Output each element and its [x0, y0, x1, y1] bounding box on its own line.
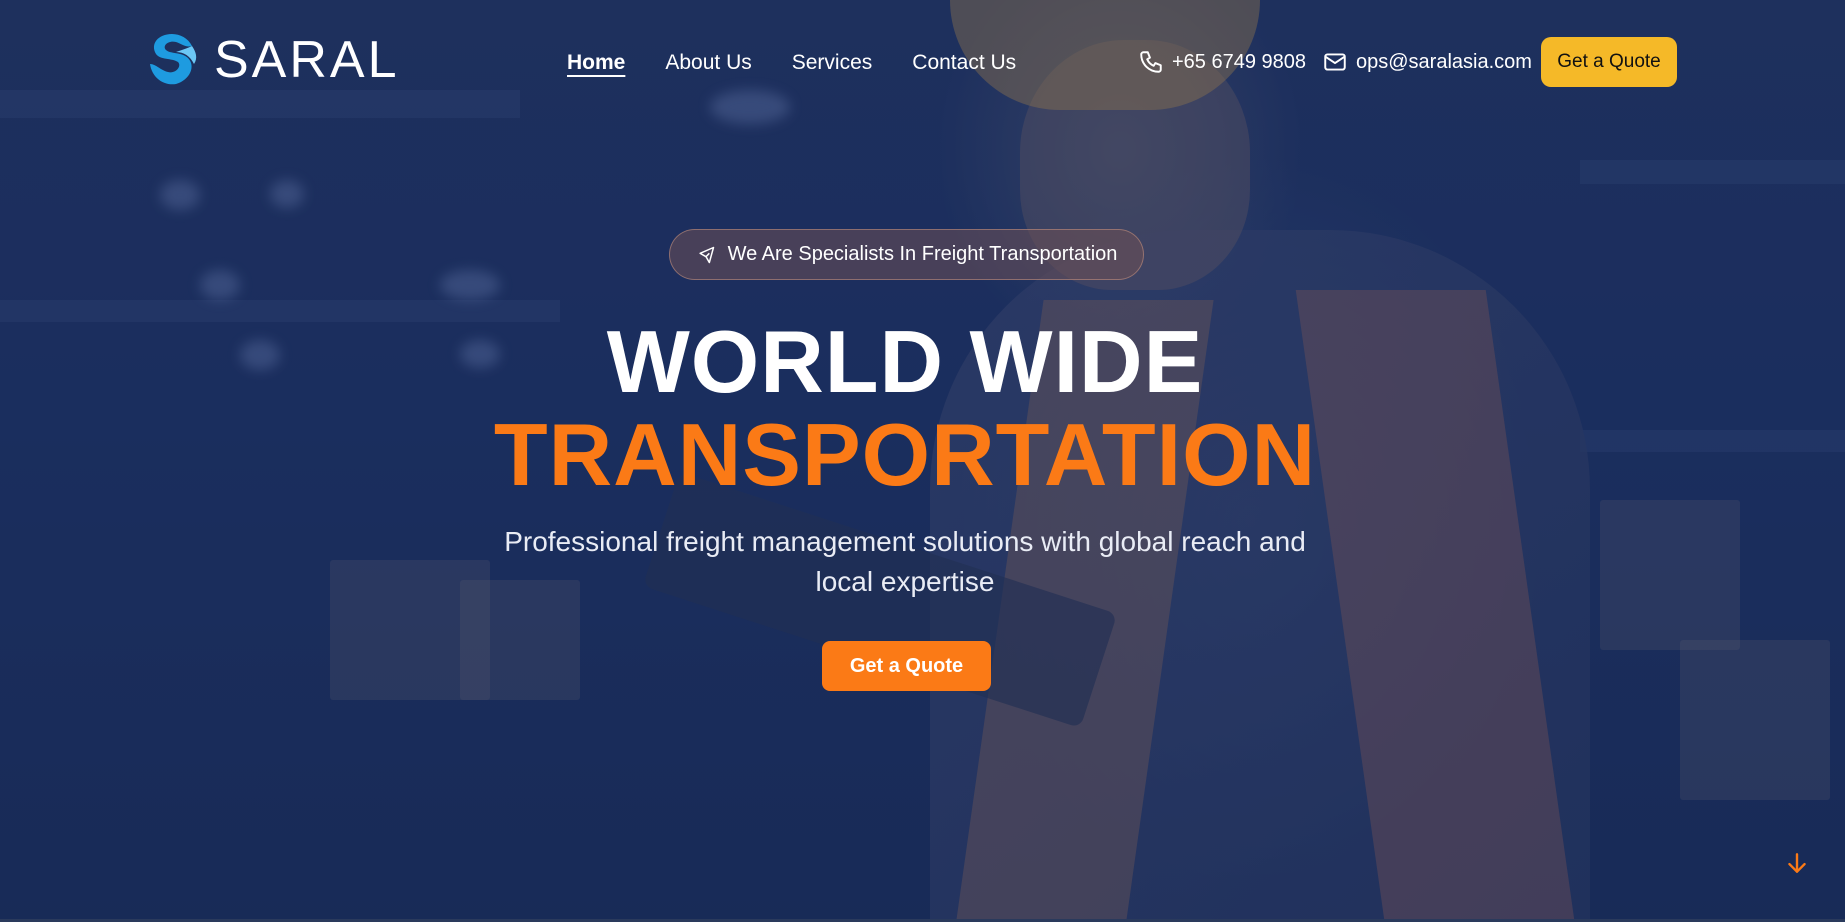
- hero-subtitle: Professional freight management solution…: [504, 526, 1306, 597]
- nav-about-us[interactable]: About Us: [665, 50, 751, 76]
- badge-text: We Are Specialists In Freight Transporta…: [727, 243, 1118, 265]
- logo-text: SARAL: [214, 31, 400, 89]
- phone-contact[interactable]: +65 6749 9808: [1138, 48, 1306, 76]
- header-get-quote-button[interactable]: Get a Quote: [1541, 37, 1677, 87]
- phone-number: +65 6749 9808: [1172, 51, 1307, 73]
- nav-contact-us[interactable]: Contact Us: [912, 50, 1016, 76]
- specialist-badge: We Are Specialists In Freight Transporta…: [669, 229, 1144, 280]
- email-contact[interactable]: ops@saralasia.com: [1322, 48, 1532, 76]
- headline-line-2: TRANSPORTATION: [493, 405, 1317, 504]
- hero-get-quote-button[interactable]: Get a Quote: [822, 641, 991, 691]
- main-nav: Home About Us Services Contact Us: [567, 50, 1016, 76]
- plane-icon: [698, 246, 714, 263]
- mail-icon: [1324, 53, 1346, 71]
- headline-line-1: WORLD WIDE: [606, 312, 1204, 411]
- email-address: ops@saralasia.com: [1356, 51, 1532, 73]
- saral-logo-icon: [150, 34, 197, 85]
- phone-icon: [1140, 51, 1162, 73]
- site-header: SARAL Home About Us Services Contact Us …: [0, 0, 1845, 125]
- arrow-down-icon[interactable]: [1784, 850, 1810, 876]
- nav-home[interactable]: Home: [567, 50, 625, 76]
- nav-services[interactable]: Services: [792, 50, 873, 76]
- logo[interactable]: SARAL: [142, 30, 400, 90]
